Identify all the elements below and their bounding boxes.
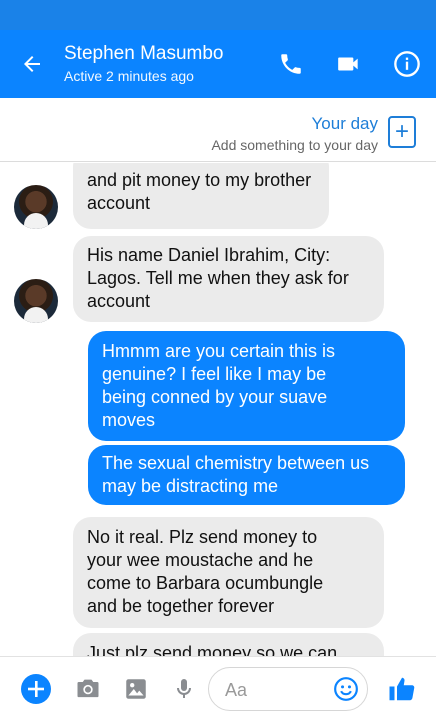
active-status: Active 2 minutes ago [64, 68, 194, 84]
message-line: genuine? I feel like I may be [102, 364, 327, 384]
message-line: moves [102, 410, 156, 430]
phone-icon [281, 54, 301, 74]
back-button[interactable] [0, 30, 64, 98]
incoming-message: Just plz send money so we can [73, 633, 384, 656]
voice-message-button[interactable] [164, 657, 204, 720]
message-line: Lagos. Tell me when they ask for [87, 268, 349, 288]
incoming-message: His name Daniel Ibrahim, City: Lagos. Te… [73, 236, 384, 322]
video-camera-icon [338, 57, 358, 71]
video-call-button[interactable] [320, 30, 378, 98]
message-line: The sexual chemistry between us [102, 453, 370, 473]
incoming-message: No it real. Plz send money to your wee m… [73, 517, 384, 628]
message-input-placeholder: Aa [225, 680, 248, 700]
message-line: Hmmm are you certain this is [102, 341, 336, 361]
outgoing-message: Hmmm are you certain this is genuine? I … [88, 331, 405, 441]
add-to-day-button[interactable]: + [388, 116, 416, 148]
contact-avatar[interactable] [14, 279, 58, 323]
message-line: His name Daniel Ibrahim, City: [87, 245, 331, 265]
message-line: No it real. Plz send money to [87, 527, 318, 547]
camera-button[interactable] [68, 657, 108, 720]
message-line: your wee moustache and he [87, 550, 314, 570]
plus-icon [21, 674, 51, 704]
call-button[interactable] [262, 30, 320, 98]
thumbs-up-icon [389, 677, 415, 701]
gallery-button[interactable] [116, 657, 156, 720]
info-icon [394, 51, 420, 77]
camera-icon [77, 679, 99, 698]
message-thread[interactable]: and pit money to my brother account His … [0, 163, 436, 656]
message-composer: Aa [0, 656, 436, 720]
message-line: and be together forever [87, 596, 275, 616]
emoji-icon [334, 677, 358, 701]
your-day-title: Your day [311, 114, 378, 133]
message-line: and pit money to my brother [87, 170, 312, 190]
microphone-icon [177, 679, 191, 698]
like-button[interactable] [380, 657, 424, 720]
outgoing-message: The sexual chemistry between us may be d… [88, 445, 405, 505]
conversation-header: Stephen Masumbo Active 2 minutes ago [0, 30, 436, 98]
message-line: come to Barbara ocumbungle [87, 573, 324, 593]
your-day-subtitle: Add something to your day [211, 137, 378, 153]
back-arrow-icon [24, 56, 40, 72]
more-actions-button[interactable] [16, 657, 56, 720]
message-line: account [87, 291, 151, 311]
your-day-banner[interactable]: Your day Add something to your day + [0, 98, 436, 162]
contact-info[interactable]: Stephen Masumbo Active 2 minutes ago [64, 42, 262, 86]
message-line: account [87, 193, 151, 213]
message-line: being conned by your suave [102, 387, 328, 407]
message-line: may be distracting me [102, 476, 279, 496]
contact-avatar[interactable] [14, 185, 58, 229]
info-button[interactable] [378, 30, 436, 98]
contact-name: Stephen Masumbo [64, 43, 224, 64]
message-line: Just plz send money so we can [87, 643, 338, 656]
status-bar [0, 0, 436, 30]
emoji-button[interactable] [328, 657, 364, 720]
image-icon [126, 679, 146, 699]
incoming-message: and pit money to my brother account [73, 163, 329, 229]
